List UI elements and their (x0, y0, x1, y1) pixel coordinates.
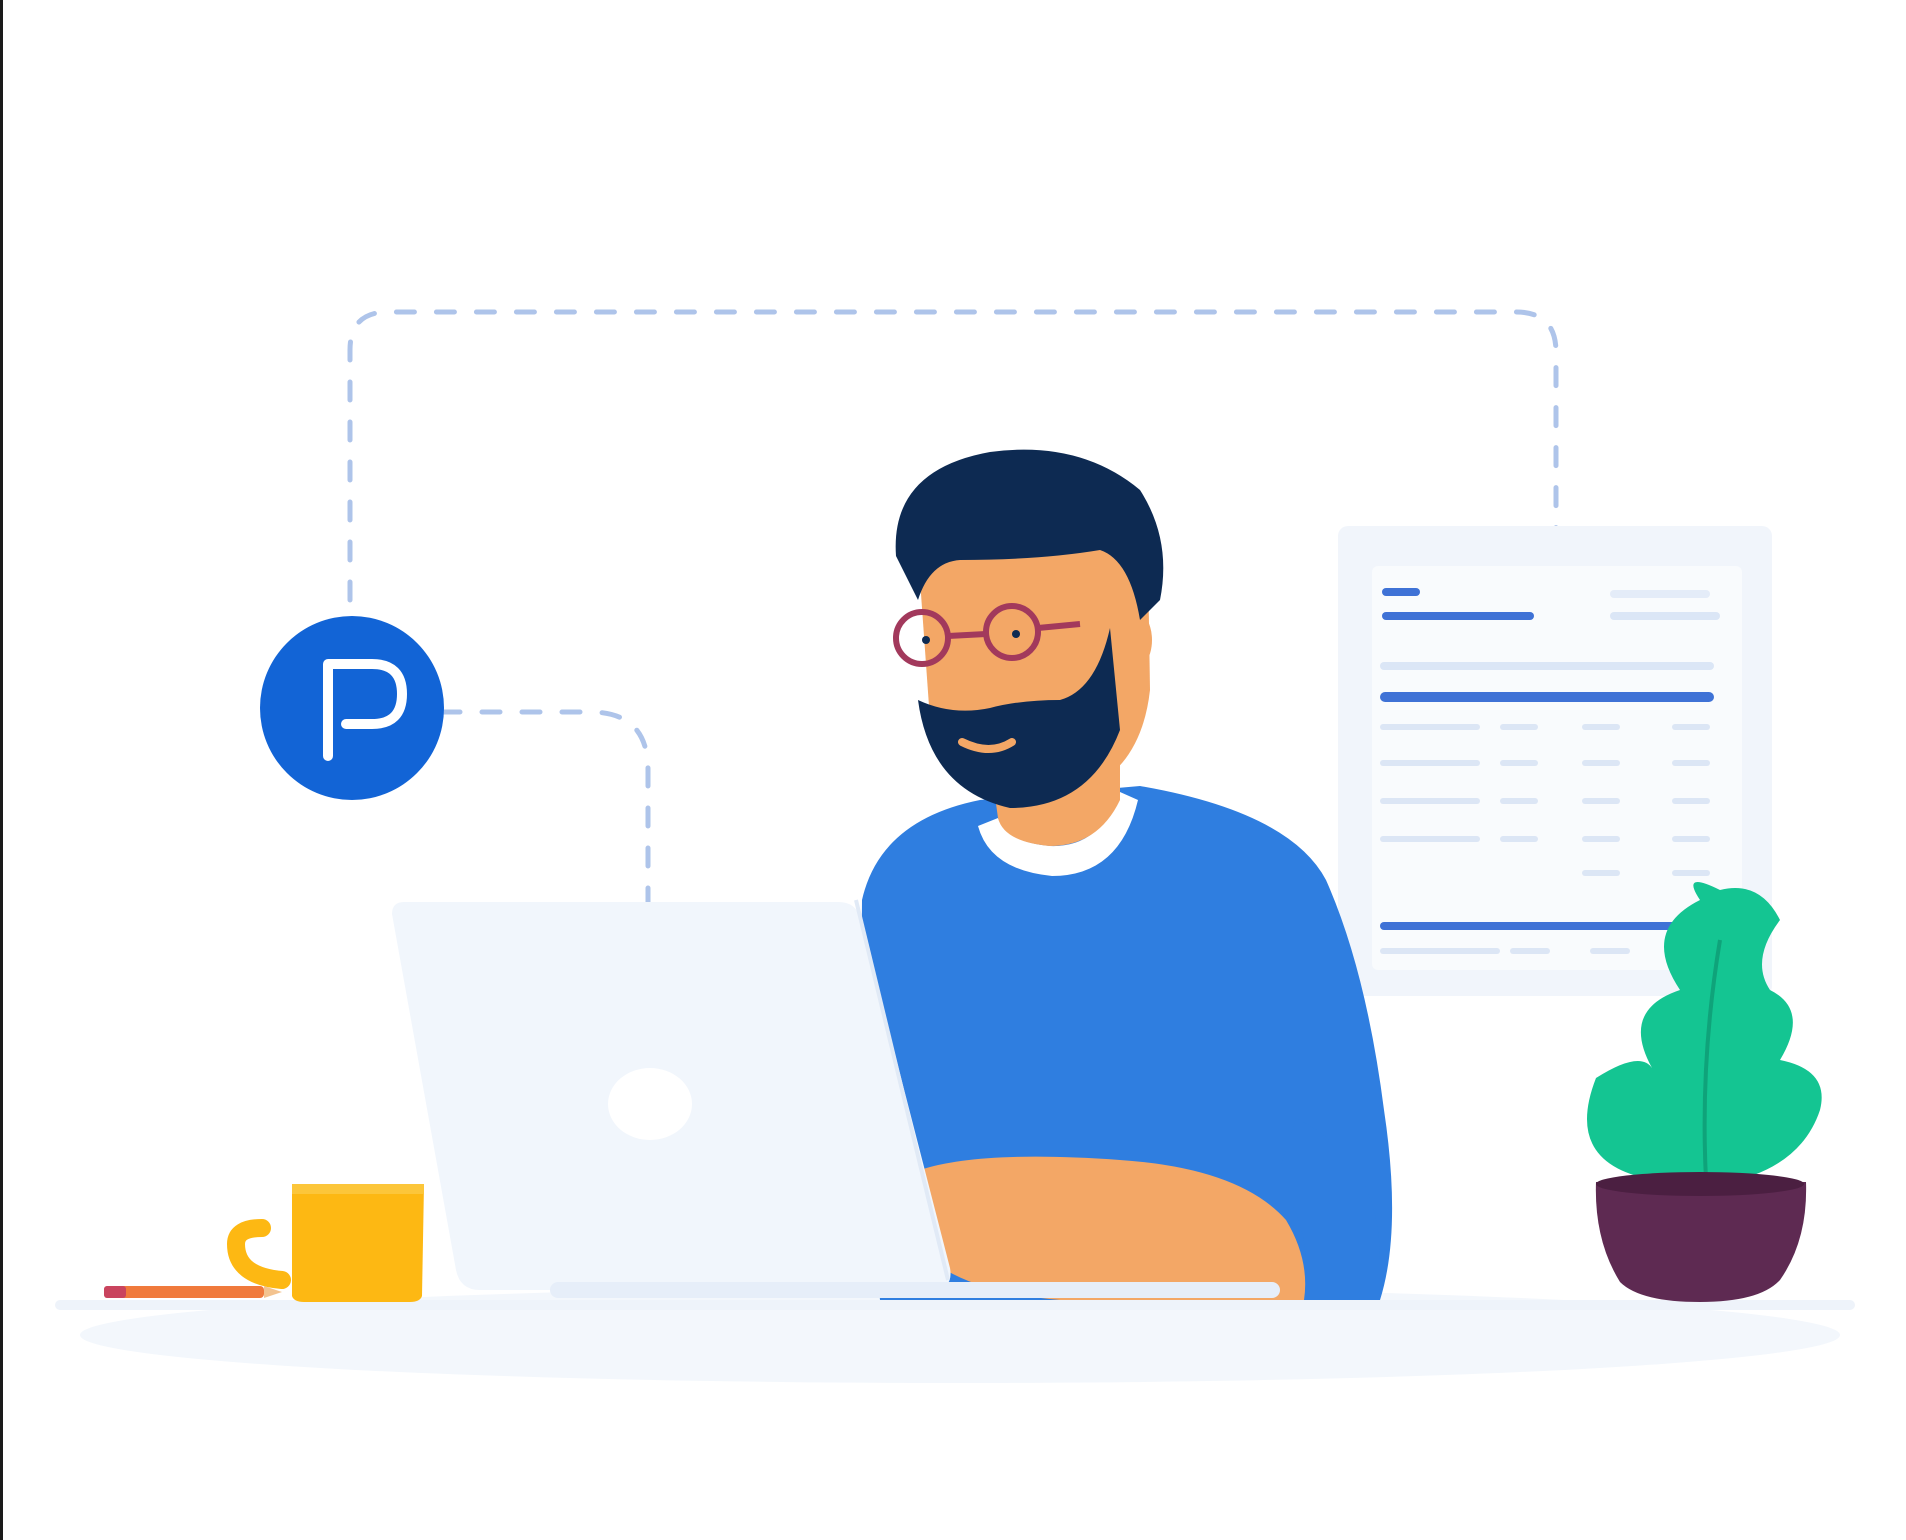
pencil (104, 1286, 282, 1298)
coffee-mug (226, 1184, 424, 1302)
illustration-canvas (55, 309, 1855, 1383)
eye-left (922, 636, 930, 644)
laptop-base (550, 1282, 1280, 1298)
laptop-logo (608, 1068, 692, 1140)
illustration-scene (0, 0, 1906, 1540)
brand-logo-icon (260, 616, 444, 800)
eye-right (1012, 630, 1020, 638)
person-figure (861, 449, 1393, 1300)
